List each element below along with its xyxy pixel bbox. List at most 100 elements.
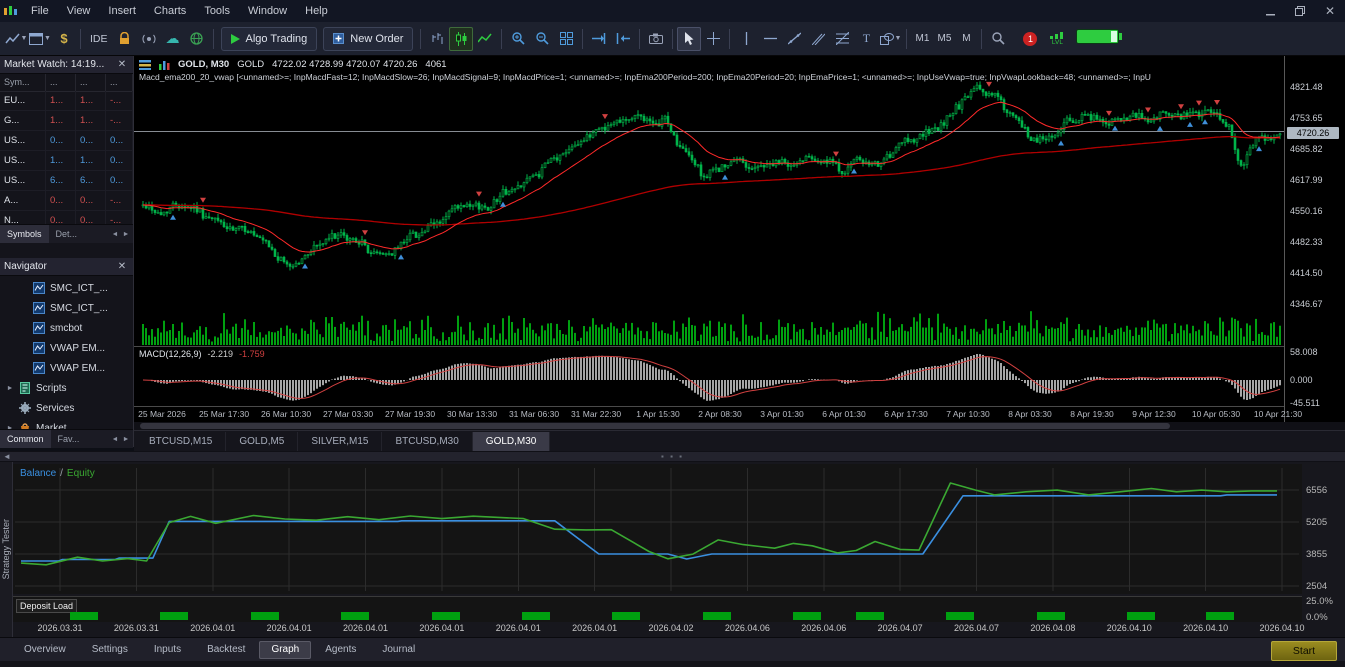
tabs-scroll-left-icon[interactable]: ◄ <box>110 231 120 238</box>
chart-quotes-icon[interactable]: ▼ <box>4 27 28 51</box>
lvl-indicator[interactable]: LVL <box>1042 27 1072 51</box>
table-row[interactable]: US... 0... 0... 0... <box>0 131 133 151</box>
algo-trading-button[interactable]: Algo Trading <box>220 26 318 51</box>
navigator-item[interactable]: SMC_ICT_... <box>0 298 133 318</box>
navigator-item[interactable]: VWAP EM... <box>0 338 133 358</box>
chart-tab-gold-m30[interactable]: GOLD,M30 <box>472 432 551 451</box>
market-watch-col-header[interactable]: ... <box>106 74 133 91</box>
tester-tab-backtest[interactable]: Backtest <box>195 641 257 659</box>
chart-shift-icon[interactable] <box>611 27 635 51</box>
market-watch-col-header[interactable]: Sym... <box>0 74 46 91</box>
crosshair-tool-icon[interactable] <box>701 27 725 51</box>
start-button[interactable]: Start <box>1271 641 1337 661</box>
community-globe-icon[interactable] <box>185 27 209 51</box>
text-tool-icon[interactable]: T <box>854 27 878 51</box>
tab-symbols[interactable]: Symbols <box>0 225 49 243</box>
minimize-button[interactable] <box>1255 0 1285 22</box>
search-icon[interactable] <box>986 27 1010 51</box>
expander-icon[interactable]: ► <box>6 385 14 392</box>
tab-common[interactable]: Common <box>0 430 51 448</box>
menu-file[interactable]: File <box>22 0 58 22</box>
market-watch-col-header[interactable]: ... <box>76 74 106 91</box>
table-row[interactable]: A... 0... 0... -... <box>0 191 133 211</box>
ide-button[interactable]: IDE <box>85 27 113 51</box>
close-button[interactable]: ✕ <box>1315 0 1345 22</box>
shapes-tool-icon[interactable]: ▼ <box>878 27 902 51</box>
new-order-button[interactable]: New Order <box>323 26 414 51</box>
bid-cell: 0... <box>46 131 76 150</box>
chart-tab-silver-m15[interactable]: SILVER,M15 <box>298 432 383 451</box>
navigator-item[interactable]: SMC_ICT_... <box>0 278 133 298</box>
candlestick-type-icon[interactable] <box>449 26 474 51</box>
tester-tab-graph[interactable]: Graph <box>259 640 312 659</box>
chart-tab-btcusd-m15[interactable]: BTCUSD,M15 <box>136 432 227 451</box>
fibonacci-tool-icon[interactable] <box>830 27 854 51</box>
timeframe-m1-button[interactable]: M1 <box>911 28 933 50</box>
zoom-in-icon[interactable] <box>506 27 530 51</box>
notification-badge[interactable]: 1 <box>1018 27 1042 51</box>
trendline-tool-icon[interactable] <box>782 27 806 51</box>
chart-menu-icon[interactable] <box>139 59 151 70</box>
navigator-item[interactable]: VWAP EM... <box>0 358 133 378</box>
price-scale[interactable]: 4821.48 4753.65 4685.82 4617.99 4550.16 4482.… <box>1284 56 1345 430</box>
tab-favorites[interactable]: Fav... <box>51 430 87 448</box>
navigator-item[interactable]: ► Market <box>0 418 133 429</box>
market-watch-col-header[interactable]: ... <box>46 74 76 91</box>
menu-tools[interactable]: Tools <box>195 0 239 22</box>
navigator-close-icon[interactable]: ✕ <box>115 261 129 272</box>
chart-horizontal-scrollbar[interactable] <box>134 422 1345 430</box>
time-axis[interactable]: 25 Mar 2026 25 Mar 17:30 26 Mar 10:30 27 Ma… <box>134 408 1302 422</box>
tester-tab-settings[interactable]: Settings <box>80 641 140 659</box>
vertical-line-tool-icon[interactable] <box>734 27 758 51</box>
table-row[interactable]: G... 1... 1... -... <box>0 111 133 131</box>
broadcast-icon[interactable] <box>137 27 161 51</box>
symbols-dollar-icon[interactable]: $ <box>52 27 76 51</box>
market-watch-close-icon[interactable]: ✕ <box>115 59 129 70</box>
panel-splitter[interactable]: ◄ ▪ ▪ ▪ <box>0 451 1345 462</box>
tester-tab-journal[interactable]: Journal <box>370 641 427 659</box>
menu-charts[interactable]: Charts <box>145 0 195 22</box>
bar-chart-type-icon[interactable] <box>425 27 449 51</box>
macd-signal-value: -1.759 <box>239 349 265 359</box>
tester-tab-agents[interactable]: Agents <box>313 641 368 659</box>
navigator-item[interactable]: Services <box>0 398 133 418</box>
zoom-out-icon[interactable] <box>530 27 554 51</box>
table-row[interactable]: N... 0... 0... -... <box>0 211 133 224</box>
lock-icon[interactable] <box>113 27 137 51</box>
chart-tab-gold-m5[interactable]: GOLD,M5 <box>226 432 299 451</box>
tab-details[interactable]: Det... <box>49 225 85 243</box>
restore-button[interactable] <box>1285 0 1315 22</box>
table-row[interactable]: US... 6... 6... 0... <box>0 171 133 191</box>
tabs-scroll-left-icon[interactable]: ◄ <box>110 436 120 443</box>
chart-tab-btcusd-m30[interactable]: BTCUSD,M30 <box>382 432 473 451</box>
tester-tab-overview[interactable]: Overview <box>12 641 78 659</box>
channel-tool-icon[interactable] <box>806 27 830 51</box>
cloud-icon[interactable]: ☁ <box>161 27 185 51</box>
cursor-tool-icon[interactable] <box>677 26 702 51</box>
timeframe-m30-button[interactable]: M <box>955 28 977 50</box>
auto-scroll-icon[interactable] <box>587 27 611 51</box>
candlestick-chart[interactable] <box>134 56 1284 430</box>
balance-equity-chart[interactable] <box>13 464 1302 594</box>
table-row[interactable]: EU... 1... 1... -... <box>0 91 133 111</box>
camera-icon[interactable] <box>644 27 668 51</box>
timeframe-m5-button[interactable]: M5 <box>933 28 955 50</box>
line-chart-type-icon[interactable] <box>473 27 497 51</box>
menu-window[interactable]: Window <box>239 0 296 22</box>
tabs-scroll-right-icon[interactable]: ► <box>121 436 131 443</box>
horizontal-line-tool-icon[interactable] <box>758 27 782 51</box>
table-row[interactable]: US... 1... 1... 0... <box>0 151 133 171</box>
navigator-item[interactable]: ► Scripts <box>0 378 133 398</box>
tabs-scroll-right-icon[interactable]: ► <box>121 231 131 238</box>
menu-view[interactable]: View <box>58 0 100 22</box>
collapse-tester-icon[interactable]: ◄ <box>3 452 11 461</box>
tile-windows-icon[interactable] <box>554 27 578 51</box>
menu-help[interactable]: Help <box>296 0 337 22</box>
tester-side-label[interactable]: Strategy Tester <box>0 462 13 637</box>
scrollbar-thumb[interactable] <box>140 423 1170 429</box>
chart-bars-icon[interactable] <box>159 60 170 70</box>
navigator-item[interactable]: smcbot <box>0 318 133 338</box>
chart-window-icon[interactable]: ▼ <box>28 27 52 51</box>
menu-insert[interactable]: Insert <box>99 0 145 22</box>
tester-tab-inputs[interactable]: Inputs <box>142 641 193 659</box>
